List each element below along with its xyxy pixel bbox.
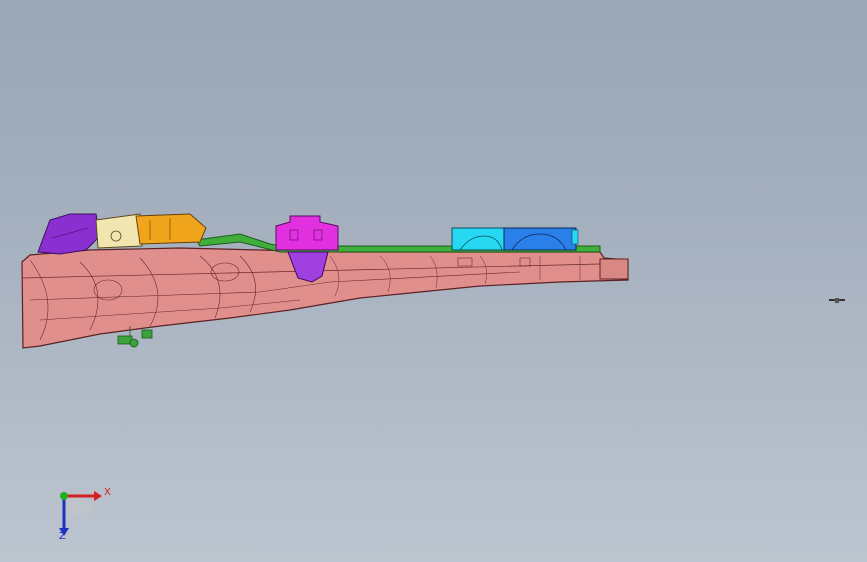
blue-bracket[interactable] <box>503 227 579 251</box>
orange-bracket[interactable] <box>135 213 207 245</box>
stray-part-marker <box>829 298 845 303</box>
orientation-triad: X Z <box>48 482 118 548</box>
axis-x-label: X <box>104 487 111 498</box>
cad-model-view[interactable] <box>0 0 867 562</box>
magenta-mount[interactable] <box>275 215 339 251</box>
cyan-bracket[interactable] <box>451 227 505 251</box>
axis-z-label: Z <box>59 531 66 542</box>
purple-bracket[interactable] <box>37 213 101 255</box>
graphics-viewport[interactable]: X Z <box>0 0 867 562</box>
cream-bracket[interactable] <box>95 213 143 249</box>
